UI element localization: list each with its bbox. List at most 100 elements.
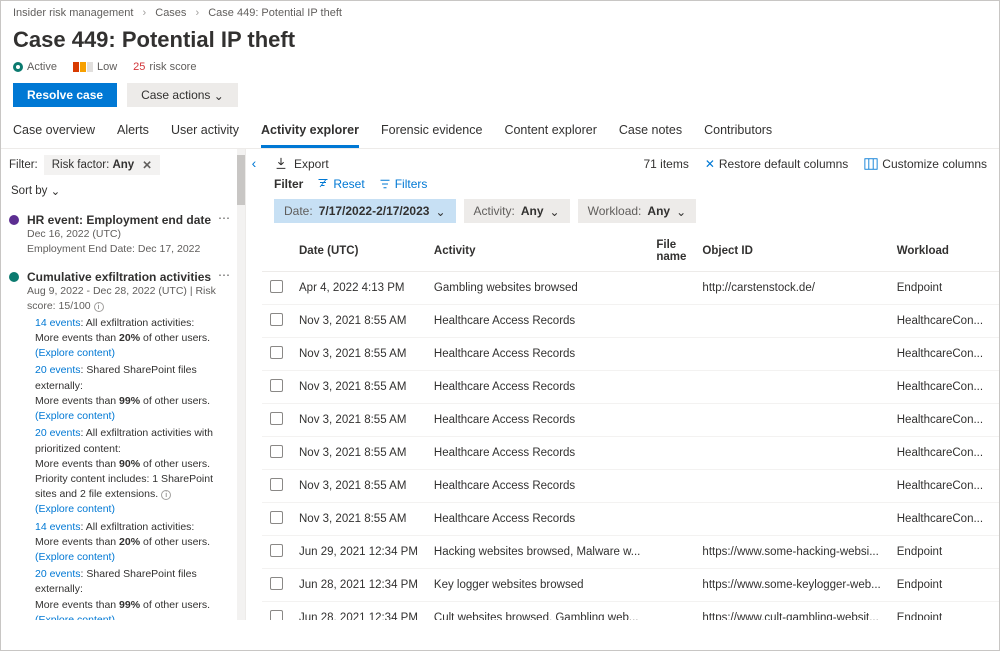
breadcrumb-cases[interactable]: Cases	[155, 7, 186, 19]
card-hr-event[interactable]: ⋯ HR event: Employment end date Dec 16, …	[11, 207, 237, 264]
cell-item-type	[991, 569, 999, 602]
col-item-type[interactable]: Item type	[991, 231, 999, 272]
resolve-case-button[interactable]: Resolve case	[13, 83, 117, 107]
workload-filter-pill[interactable]: Workload: Any ⌄	[578, 199, 697, 223]
explore-content-link[interactable]: (Explore content)	[35, 410, 115, 422]
card-cumulative-exfil[interactable]: ⋯ Cumulative exfiltration activities Aug…	[11, 264, 237, 620]
tab-activity-explorer[interactable]: Activity explorer	[261, 115, 359, 148]
insight-block: 20 events: Shared SharePoint files exter…	[15, 363, 233, 424]
scrollbar-thumb[interactable]	[237, 155, 245, 205]
cell-file	[648, 437, 694, 470]
cell-workload: HealthcareCon...	[889, 305, 991, 338]
page-title: Case 449: Potential IP theft	[1, 25, 999, 59]
row-checkbox[interactable]	[270, 280, 283, 293]
reset-filters-button[interactable]: Reset	[317, 177, 364, 191]
cell-object-id	[694, 470, 888, 503]
risk-factor-pill[interactable]: Risk factor: Any ✕	[44, 155, 160, 175]
table-row[interactable]: Nov 3, 2021 8:55 AMHealthcare Access Rec…	[262, 338, 999, 371]
chevron-down-icon: ⌄	[51, 184, 61, 198]
scrollbar[interactable]	[237, 149, 245, 620]
status-active-label: Active	[27, 61, 57, 73]
info-icon[interactable]: i	[161, 490, 171, 500]
col-date[interactable]: Date (UTC)	[291, 231, 426, 272]
breadcrumb-root[interactable]: Insider risk management	[13, 7, 133, 19]
tab-content-explorer[interactable]: Content explorer	[504, 115, 596, 148]
row-checkbox[interactable]	[270, 445, 283, 458]
cell-date: Nov 3, 2021 8:55 AM	[291, 305, 426, 338]
table-row[interactable]: Nov 3, 2021 8:55 AMHealthcare Access Rec…	[262, 470, 999, 503]
table-row[interactable]: Jun 29, 2021 12:34 PMHacking websites br…	[262, 536, 999, 569]
cell-activity: Healthcare Access Records	[426, 338, 648, 371]
date-filter-pill[interactable]: Date: 7/17/2022-2/17/2023 ⌄	[274, 199, 456, 223]
close-icon[interactable]: ✕	[142, 158, 152, 172]
row-checkbox[interactable]	[270, 577, 283, 590]
case-actions-button[interactable]: Case actions ⌄	[127, 83, 238, 107]
table-row[interactable]: Jun 28, 2021 12:34 PMKey logger websites…	[262, 569, 999, 602]
row-checkbox[interactable]	[270, 313, 283, 326]
explore-content-link[interactable]: (Explore content)	[35, 551, 115, 563]
table-row[interactable]: Nov 3, 2021 8:55 AMHealthcare Access Rec…	[262, 305, 999, 338]
explore-content-link[interactable]: (Explore content)	[35, 614, 115, 620]
table-row[interactable]: Nov 3, 2021 8:55 AMHealthcare Access Rec…	[262, 371, 999, 404]
row-checkbox[interactable]	[270, 610, 283, 620]
col-checkbox[interactable]	[262, 231, 291, 272]
restore-columns-button[interactable]: ✕ Restore default columns	[705, 157, 848, 171]
explore-content-link[interactable]: (Explore content)	[35, 347, 115, 359]
event-count-link[interactable]: 14 events	[35, 317, 81, 329]
row-checkbox[interactable]	[270, 412, 283, 425]
activity-grid[interactable]: Date (UTC) Activity File name Object ID …	[262, 231, 999, 620]
table-row[interactable]: Jun 28, 2021 12:34 PMCult websites brows…	[262, 602, 999, 621]
cell-object-id: https://www.cult-gambling-websit...	[694, 602, 888, 621]
table-row[interactable]: Nov 3, 2021 8:55 AMHealthcare Access Rec…	[262, 404, 999, 437]
cell-file	[648, 338, 694, 371]
tab-contributors[interactable]: Contributors	[704, 115, 772, 148]
more-icon[interactable]: ⋯	[218, 268, 231, 282]
row-checkbox[interactable]	[270, 544, 283, 557]
risk-cards-list[interactable]: ⋯ HR event: Employment end date Dec 16, …	[1, 203, 245, 620]
customize-columns-button[interactable]: Customize columns	[864, 157, 987, 171]
row-checkbox[interactable]	[270, 379, 283, 392]
sort-by-dropdown[interactable]: Sort by ⌄	[1, 181, 245, 203]
filters-button[interactable]: Filters	[379, 177, 428, 191]
insight-block: 20 events: All exfiltration activities w…	[15, 426, 233, 517]
cell-item-type	[991, 338, 999, 371]
event-count-link[interactable]: 20 events	[35, 364, 81, 376]
table-row[interactable]: Apr 4, 2022 4:13 PMGambling websites bro…	[262, 272, 999, 305]
table-row[interactable]: Nov 3, 2021 8:55 AMHealthcare Access Rec…	[262, 437, 999, 470]
explore-content-link[interactable]: (Explore content)	[35, 503, 115, 515]
cell-file	[648, 470, 694, 503]
event-count-link[interactable]: 14 events	[35, 521, 81, 533]
insight-text: of other users.	[140, 395, 210, 407]
collapse-panel-button[interactable]: ‹	[246, 149, 262, 620]
tab-case-overview[interactable]: Case overview	[13, 115, 95, 148]
more-icon[interactable]: ⋯	[218, 211, 231, 225]
tab-forensic-evidence[interactable]: Forensic evidence	[381, 115, 482, 148]
chevron-down-icon: ⌄	[550, 205, 560, 219]
event-count-link[interactable]: 20 events	[35, 568, 81, 580]
activity-filter-pill[interactable]: Activity: Any ⌄	[464, 199, 570, 223]
tab-case-notes[interactable]: Case notes	[619, 115, 682, 148]
event-count-link[interactable]: 20 events	[35, 427, 81, 439]
row-checkbox[interactable]	[270, 346, 283, 359]
filter-pills-row: Date: 7/17/2022-2/17/2023 ⌄ Activity: An…	[262, 199, 999, 231]
tab-user-activity[interactable]: User activity	[171, 115, 239, 148]
risk-score-label: risk score	[149, 61, 196, 73]
col-workload[interactable]: Workload	[889, 231, 991, 272]
tab-alerts[interactable]: Alerts	[117, 115, 149, 148]
bullet-icon	[9, 215, 19, 225]
row-checkbox[interactable]	[270, 511, 283, 524]
export-button[interactable]: Export	[274, 157, 329, 171]
col-file-name[interactable]: File name	[648, 231, 694, 272]
col-activity[interactable]: Activity	[426, 231, 648, 272]
toolbar: Export 71 items ✕ Restore default column…	[262, 149, 999, 177]
cell-file	[648, 569, 694, 602]
cell-item-type	[991, 404, 999, 437]
info-icon[interactable]: i	[94, 302, 104, 312]
table-row[interactable]: Nov 3, 2021 8:55 AMHealthcare Access Rec…	[262, 503, 999, 536]
breadcrumb: Insider risk management › Cases › Case 4…	[1, 1, 999, 25]
case-actions-label: Case actions	[141, 88, 210, 102]
row-checkbox[interactable]	[270, 478, 283, 491]
insight-block: 20 events: Shared SharePoint files exter…	[15, 567, 233, 620]
col-object-id[interactable]: Object ID	[694, 231, 888, 272]
card-detail: Employment End Date: Dec 17, 2022	[15, 242, 233, 257]
